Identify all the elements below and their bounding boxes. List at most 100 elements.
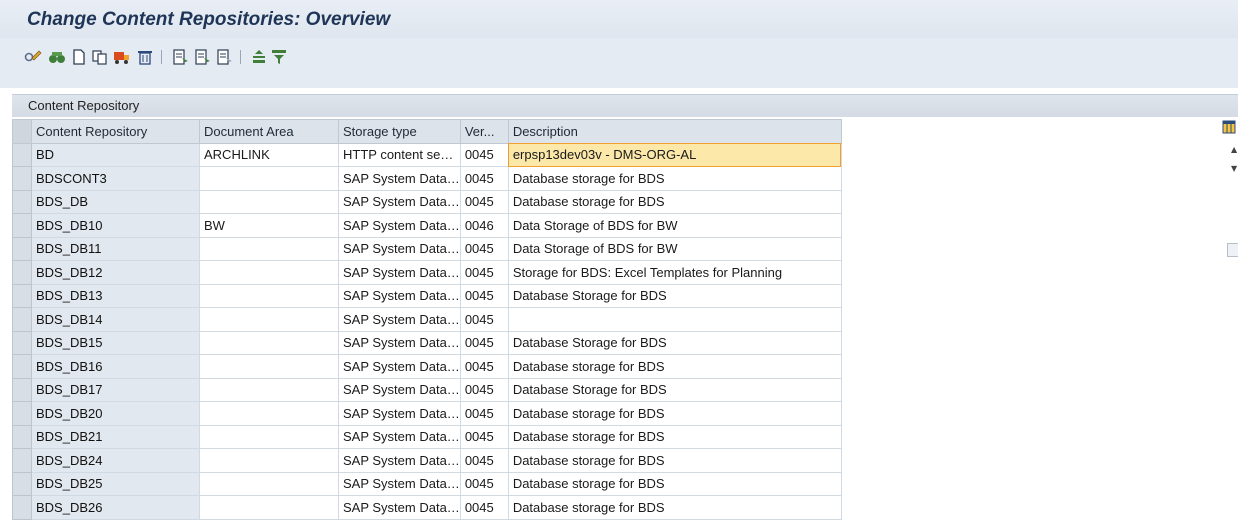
cell-content-repository[interactable]: BDSCONT3 <box>31 166 200 191</box>
cell-description[interactable]: erpsp13dev03v - DMS-ORG-AL <box>507 142 842 167</box>
cell-document-area[interactable] <box>199 471 339 496</box>
table-row[interactable]: BDSCONT3 SAP System Data… 0045 Database sto… <box>12 166 842 191</box>
cell-document-area[interactable] <box>199 448 339 473</box>
row-selector[interactable] <box>12 307 32 332</box>
cell-version[interactable]: 0045 <box>459 377 509 402</box>
cell-document-area[interactable] <box>199 354 339 379</box>
row-selector[interactable] <box>12 471 32 496</box>
column-header[interactable]: Document Area <box>199 119 339 144</box>
cell-version[interactable]: 0045 <box>459 495 509 520</box>
cell-version[interactable]: 0045 <box>459 354 509 379</box>
cell-storage-type[interactable]: SAP System Data… <box>338 354 461 379</box>
find-icon[interactable] <box>48 48 66 66</box>
cell-storage-type[interactable]: SAP System Data… <box>338 166 461 191</box>
cell-storage-type[interactable]: SAP System Data… <box>338 495 461 520</box>
cell-version[interactable]: 0045 <box>459 401 509 426</box>
cell-version[interactable]: 0046 <box>459 213 509 238</box>
transport-icon[interactable] <box>113 48 131 66</box>
cell-version[interactable]: 0045 <box>459 448 509 473</box>
table-row[interactable]: BDS_DB20 SAP System Data… 0045 Database sto… <box>12 401 842 426</box>
column-header[interactable]: Content Repository <box>31 119 200 144</box>
cell-description[interactable]: Database storage for BDS <box>507 189 842 214</box>
cell-storage-type[interactable]: SAP System Data… <box>338 189 461 214</box>
column-settings-icon[interactable] <box>1222 120 1238 137</box>
row-selector[interactable] <box>12 377 32 402</box>
cell-version[interactable]: 0045 <box>459 307 509 332</box>
cell-document-area[interactable] <box>199 495 339 520</box>
cell-storage-type[interactable]: SAP System Data… <box>338 260 461 285</box>
scroll-up-icon[interactable]: ▲ <box>1231 145 1237 154</box>
table-row[interactable]: BDS_DB24 SAP System Data… 0045 Database sto… <box>12 448 842 473</box>
cell-content-repository[interactable]: BDS_DB11 <box>31 236 200 261</box>
table-row[interactable]: BDS_DB11 SAP System Data… 0045 Data Storage… <box>12 236 842 261</box>
display-change-icon[interactable] <box>24 48 42 66</box>
cell-storage-type[interactable]: SAP System Data… <box>338 377 461 402</box>
cell-storage-type[interactable]: SAP System Data… <box>338 424 461 449</box>
cell-document-area[interactable]: ARCHLINK <box>199 142 339 167</box>
cell-description[interactable]: Database Storage for BDS <box>507 283 842 308</box>
cell-storage-type[interactable]: SAP System Data… <box>338 471 461 496</box>
column-header[interactable]: Description <box>507 119 842 144</box>
cell-content-repository[interactable]: BDS_DB16 <box>31 354 200 379</box>
table-row[interactable]: BDS_DB25 SAP System Data… 0045 Database sto… <box>12 471 842 496</box>
table-row[interactable]: BDS_DB21 SAP System Data… 0045 Database sto… <box>12 424 842 449</box>
cell-description[interactable] <box>507 307 842 332</box>
row-selector[interactable] <box>12 401 32 426</box>
row-selector[interactable] <box>12 142 32 167</box>
cell-version[interactable]: 0045 <box>459 283 509 308</box>
row-selector[interactable] <box>12 354 32 379</box>
cell-document-area[interactable] <box>199 307 339 332</box>
column-header[interactable]: Ver... <box>459 119 509 144</box>
scrollbar-thumb[interactable] <box>1227 243 1238 257</box>
cell-content-repository[interactable]: BDS_DB21 <box>31 424 200 449</box>
cell-description[interactable]: Database Storage for BDS <box>507 377 842 402</box>
row-selector[interactable] <box>12 213 32 238</box>
column-header[interactable]: Storage type <box>338 119 461 144</box>
cell-document-area[interactable] <box>199 377 339 402</box>
row-selector[interactable] <box>12 330 32 355</box>
row-selector[interactable] <box>12 448 32 473</box>
cell-content-repository[interactable]: BDS_DB13 <box>31 283 200 308</box>
table-row[interactable]: BDS_DB12 SAP System Data… 0045 Storage for … <box>12 260 842 285</box>
select-all-icon[interactable] <box>172 48 190 66</box>
cell-version[interactable]: 0045 <box>459 260 509 285</box>
cell-storage-type[interactable]: SAP System Data… <box>338 213 461 238</box>
cell-description[interactable]: Storage for BDS: Excel Templates for Pla… <box>507 260 842 285</box>
row-selector[interactable] <box>12 424 32 449</box>
table-row[interactable]: BDS_DB17 SAP System Data… 0045 Database Sto… <box>12 377 842 402</box>
table-row[interactable]: BDS_DB26 SAP System Data… 0045 Database sto… <box>12 495 842 520</box>
cell-description[interactable]: Database storage for BDS <box>507 354 842 379</box>
cell-description[interactable]: Database storage for BDS <box>507 166 842 191</box>
cell-document-area[interactable] <box>199 166 339 191</box>
cell-content-repository[interactable]: BDS_DB15 <box>31 330 200 355</box>
cell-version[interactable]: 0045 <box>459 189 509 214</box>
cell-document-area[interactable] <box>199 283 339 308</box>
cell-content-repository[interactable]: BDS_DB12 <box>31 260 200 285</box>
cell-version[interactable]: 0045 <box>459 330 509 355</box>
select-all-cell[interactable] <box>12 119 32 144</box>
cell-description[interactable]: Database storage for BDS <box>507 424 842 449</box>
cell-document-area[interactable] <box>199 189 339 214</box>
cell-description[interactable]: Data Storage of BDS for BW <box>507 236 842 261</box>
cell-description[interactable]: Database storage for BDS <box>507 401 842 426</box>
cell-content-repository[interactable]: BDS_DB17 <box>31 377 200 402</box>
cell-description[interactable]: Database storage for BDS <box>507 495 842 520</box>
table-row[interactable]: BDS_DB13 SAP System Data… 0045 Database Sto… <box>12 283 842 308</box>
cell-storage-type[interactable]: SAP System Data… <box>338 283 461 308</box>
cell-version[interactable]: 0045 <box>459 471 509 496</box>
row-selector[interactable] <box>12 283 32 308</box>
row-selector[interactable] <box>12 236 32 261</box>
cell-content-repository[interactable]: BDS_DB10 <box>31 213 200 238</box>
cell-document-area[interactable] <box>199 424 339 449</box>
cell-document-area[interactable] <box>199 401 339 426</box>
row-selector[interactable] <box>12 189 32 214</box>
cell-description[interactable]: Database storage for BDS <box>507 448 842 473</box>
sort-ascending-icon[interactable] <box>250 48 268 66</box>
scroll-down-icon[interactable]: ▼ <box>1231 164 1237 173</box>
cell-content-repository[interactable]: BDS_DB <box>31 189 200 214</box>
cell-content-repository[interactable]: BDS_DB20 <box>31 401 200 426</box>
cell-content-repository[interactable]: BDS_DB26 <box>31 495 200 520</box>
table-row[interactable]: BD ARCHLINK HTTP content se… 0045 erpsp13dev… <box>12 142 842 167</box>
cell-content-repository[interactable]: BDS_DB25 <box>31 471 200 496</box>
table-row[interactable]: BDS_DB14 SAP System Data… 0045 <box>12 307 842 332</box>
